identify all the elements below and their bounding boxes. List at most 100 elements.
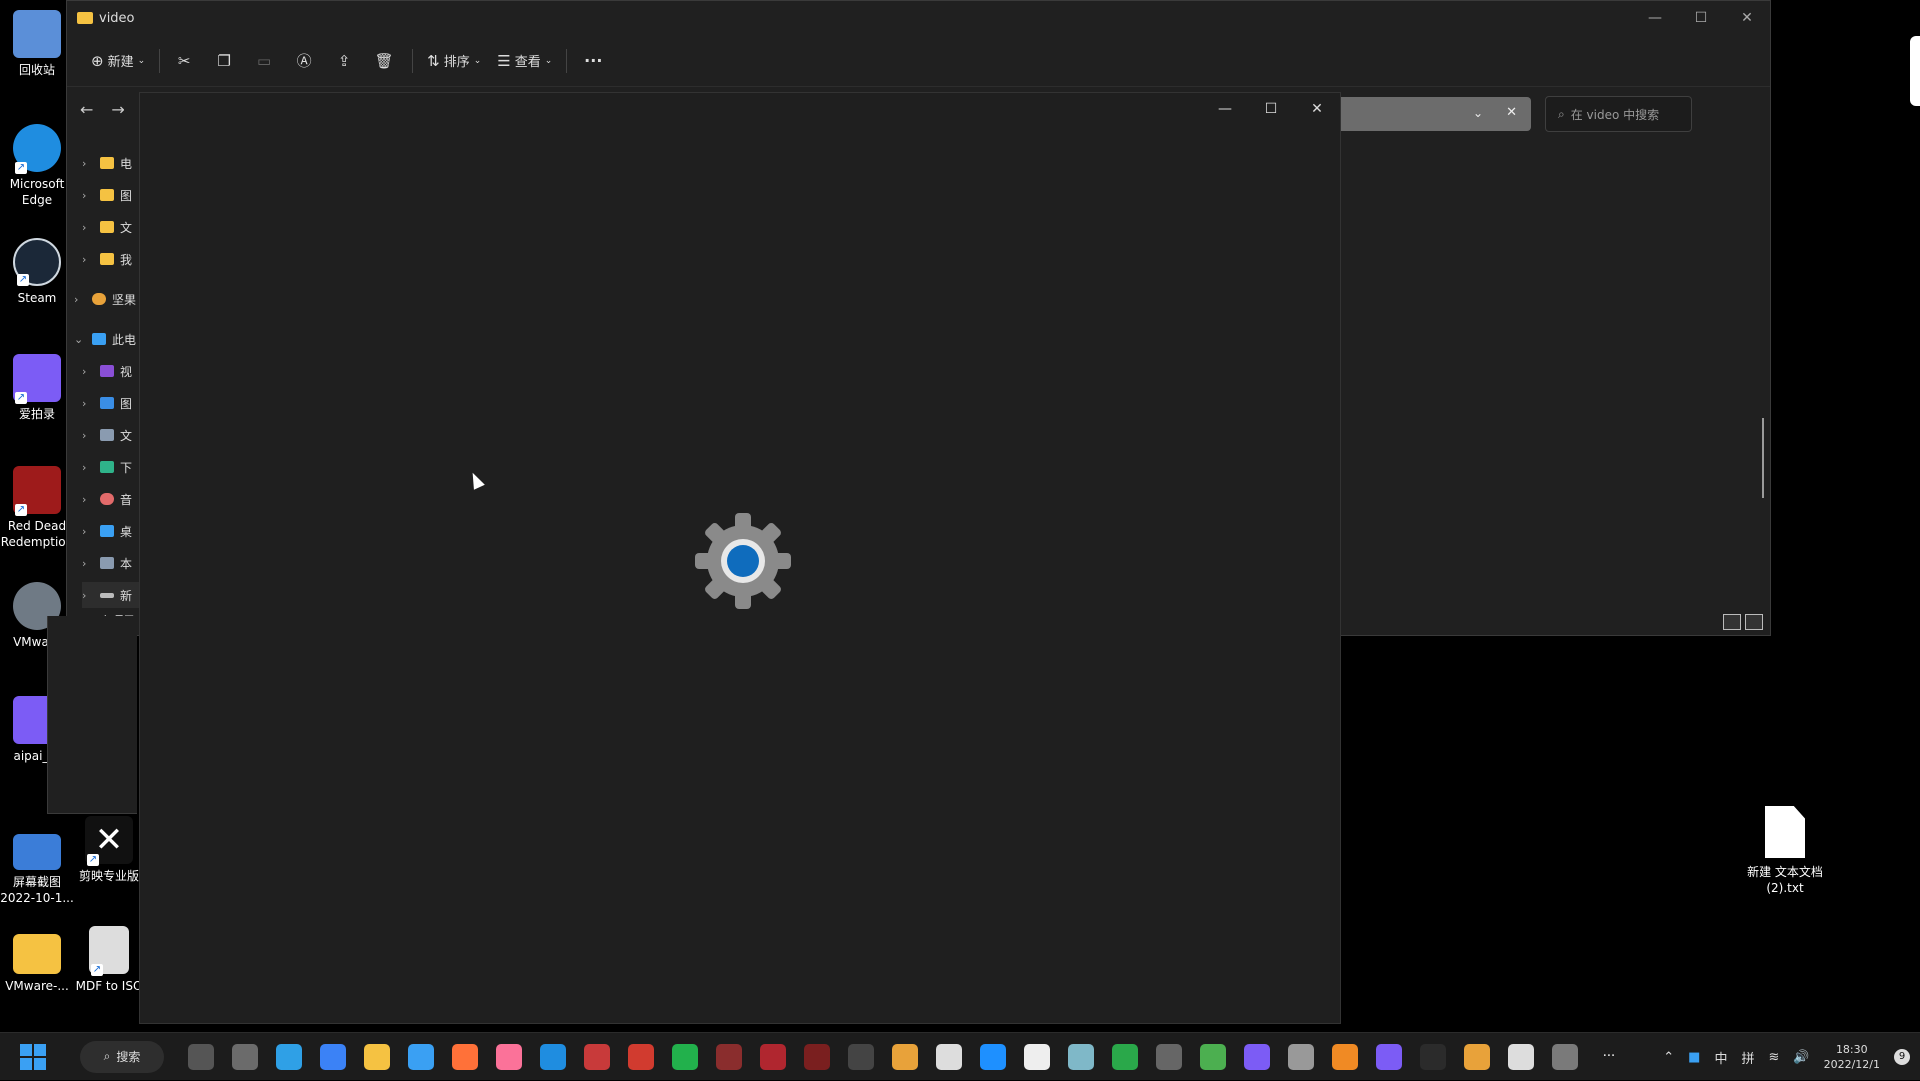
chevron-right-icon[interactable]: ›: [82, 157, 92, 170]
game-2-icon[interactable]: [760, 1043, 786, 1070]
tree-item[interactable]: › 坚果: [74, 286, 136, 312]
details-view-button[interactable]: [1723, 614, 1741, 630]
share-button[interactable]: ⇪: [326, 45, 366, 77]
cut-button[interactable]: ✂: [166, 45, 206, 77]
tree-item[interactable]: › 图: [82, 390, 132, 416]
desktop-icon-jianying[interactable]: ✕ ↗ 剪映专业版: [72, 816, 146, 884]
more-options-button[interactable]: ···: [573, 45, 613, 77]
start-button[interactable]: [20, 1043, 46, 1070]
tree-item[interactable]: › 我: [82, 246, 132, 272]
chevron-right-icon[interactable]: ›: [82, 253, 92, 266]
tiles-view-button[interactable]: [1745, 614, 1763, 630]
tree-item[interactable]: › 图: [82, 182, 132, 208]
app-green-2-icon[interactable]: [1200, 1043, 1226, 1070]
back-arrow-icon[interactable]: ←: [80, 100, 93, 119]
terminal-icon[interactable]: [1420, 1043, 1446, 1070]
text-file-icon[interactable]: [936, 1043, 962, 1070]
browser-360-icon[interactable]: [672, 1043, 698, 1070]
search-box[interactable]: ⌕ 在 video 中搜索: [1545, 96, 1692, 132]
app-red-1-icon[interactable]: [584, 1043, 610, 1070]
chevron-down-icon[interactable]: ⌄: [74, 333, 84, 346]
app-orange-2-icon[interactable]: [1332, 1043, 1358, 1070]
minimize-button[interactable]: —: [1632, 1, 1678, 35]
chevron-right-icon[interactable]: ›: [82, 589, 92, 602]
chevron-right-icon[interactable]: ›: [82, 221, 92, 234]
desktop-icon-vmware-folder[interactable]: VMware-...: [0, 926, 74, 994]
input-language[interactable]: 中: [1714, 1048, 1727, 1067]
clock[interactable]: 18:30 2022/12/1: [1824, 1042, 1880, 1072]
maximize-button[interactable]: ☐: [1248, 93, 1294, 125]
game-1-icon[interactable]: [716, 1043, 742, 1070]
scrollbar[interactable]: [1762, 418, 1764, 498]
app-white-icon[interactable]: [1508, 1043, 1534, 1070]
desktop-icon-steam[interactable]: ↗ Steam: [0, 238, 74, 306]
chevron-down-icon[interactable]: ⌄: [1473, 106, 1483, 120]
close-button[interactable]: ✕: [1724, 1, 1770, 35]
chevron-right-icon[interactable]: ›: [82, 557, 92, 570]
view-button[interactable]: ☰ 查看 ⌄: [489, 45, 560, 77]
side-panel-handle[interactable]: [1910, 36, 1920, 106]
close-button[interactable]: ✕: [1294, 93, 1340, 125]
forward-arrow-icon[interactable]: →: [111, 100, 124, 119]
desktop-icon-recycle-bin[interactable]: 回收站: [0, 10, 74, 78]
desktop-icon-edge[interactable]: ↗ Microsoft Edge: [0, 124, 74, 208]
settings-icon[interactable]: [1552, 1043, 1578, 1070]
explorer-titlebar[interactable]: video: [67, 1, 1770, 35]
chevron-right-icon[interactable]: ›: [82, 461, 92, 474]
app-grey-icon[interactable]: [1156, 1043, 1182, 1070]
chevron-right-icon[interactable]: ›: [82, 189, 92, 202]
chevron-right-icon[interactable]: ›: [82, 429, 92, 442]
obs-icon[interactable]: [848, 1043, 874, 1070]
maximize-button[interactable]: ☐: [1678, 1, 1724, 35]
app-silver-icon[interactable]: [1288, 1043, 1314, 1070]
tree-item[interactable]: ⌄ 此电: [74, 326, 136, 352]
chevron-right-icon[interactable]: ›: [82, 397, 92, 410]
tree-item[interactable]: › 本: [82, 550, 132, 576]
nut-icon[interactable]: [1464, 1043, 1490, 1070]
copy-button[interactable]: ❐: [206, 45, 246, 77]
game-3-icon[interactable]: [804, 1043, 830, 1070]
doc-file-icon[interactable]: [1024, 1043, 1050, 1070]
new-button[interactable]: ⊕ 新建 ⌄: [83, 45, 153, 77]
delete-button[interactable]: 🗑: [366, 45, 406, 77]
notification-badge[interactable]: 9: [1894, 1049, 1910, 1065]
wifi-icon[interactable]: ≋: [1769, 1050, 1780, 1065]
tree-item[interactable]: › 音: [82, 486, 132, 512]
desktop-icon-new-text-file[interactable]: 新建 文本文档 (2).txt: [1745, 806, 1825, 896]
firefox-icon[interactable]: [452, 1043, 478, 1070]
rename-button[interactable]: Ⓐ: [286, 45, 326, 77]
volume-icon[interactable]: 🔊: [1793, 1050, 1809, 1065]
widgets-icon[interactable]: [232, 1043, 258, 1070]
app-teal-icon[interactable]: [1068, 1043, 1094, 1070]
tree-item[interactable]: › 下: [82, 454, 132, 480]
chevron-right-icon[interactable]: ›: [82, 365, 92, 378]
task-view-icon[interactable]: [188, 1043, 214, 1070]
chevron-right-icon[interactable]: ›: [82, 525, 92, 538]
tree-item[interactable]: › 电: [82, 150, 132, 176]
taskbar-more-icon[interactable]: ···: [1596, 1044, 1622, 1070]
sort-button[interactable]: ⇅ 排序 ⌄: [419, 45, 489, 77]
tray-overflow-chevron-icon[interactable]: ⌃: [1663, 1050, 1674, 1065]
ime-mode[interactable]: 拼: [1741, 1048, 1754, 1067]
aipai-icon[interactable]: [1376, 1043, 1402, 1070]
app-green-icon[interactable]: [1112, 1043, 1138, 1070]
feishu-icon[interactable]: [320, 1043, 346, 1070]
kugou-icon[interactable]: [980, 1043, 1006, 1070]
paste-button[interactable]: ▭: [246, 45, 286, 77]
desktop-icon-aipai-recorder[interactable]: ↗ 爱拍录: [0, 354, 74, 422]
clear-address-icon[interactable]: ✕: [1506, 105, 1517, 120]
taskbar-search-button[interactable]: ⌕ 搜索: [80, 1040, 164, 1073]
desktop-icon-red-dead[interactable]: ↗ Red Dead Redemption: [0, 466, 74, 550]
notepad-icon[interactable]: [408, 1043, 434, 1070]
windows-security-icon[interactable]: ■: [1688, 1050, 1700, 1065]
desktop-icon-mdf-to-iso[interactable]: ↗ MDF to ISO: [72, 926, 146, 994]
app-orange-icon[interactable]: [892, 1043, 918, 1070]
minimize-button[interactable]: —: [1202, 93, 1248, 125]
file-explorer-icon[interactable]: [364, 1043, 390, 1070]
tree-item[interactable]: › 视: [82, 358, 132, 384]
desktop-icon-screenshot[interactable]: 屏幕截图 2022-10-1...: [0, 826, 74, 906]
chevron-right-icon[interactable]: ›: [82, 493, 92, 506]
app-purple-icon[interactable]: [1244, 1043, 1270, 1070]
app-red-2-icon[interactable]: [628, 1043, 654, 1070]
chevron-right-icon[interactable]: ›: [74, 293, 84, 306]
